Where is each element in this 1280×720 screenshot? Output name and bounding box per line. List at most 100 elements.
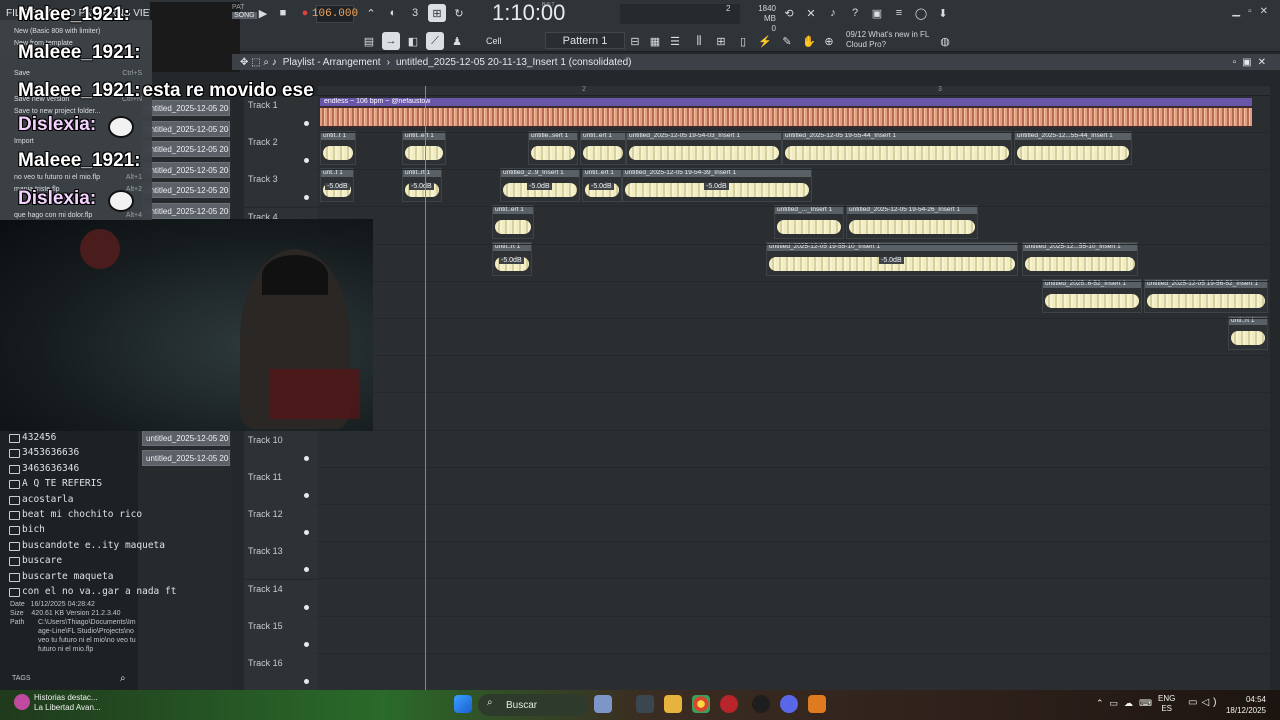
pattern-selector[interactable]: Pattern 1: [545, 32, 625, 49]
browser-item[interactable]: con el no va..gar a nada ft: [8, 586, 176, 597]
opera-icon[interactable]: [720, 695, 738, 713]
piano-icon[interactable]: ▤: [360, 32, 378, 50]
track-row[interactable]: [318, 580, 1270, 617]
download-icon[interactable]: ⬇: [934, 4, 952, 22]
metronome-icon[interactable]: ⌃: [362, 4, 380, 22]
language-indicator[interactable]: ENG ES: [1158, 694, 1175, 714]
fl-studio-taskbar-icon[interactable]: [808, 695, 826, 713]
file-menu-item[interactable]: Save Ctrl+S: [14, 70, 152, 77]
track-label[interactable]: Track 13: [244, 542, 318, 580]
stamp-icon[interactable]: ♟: [448, 32, 466, 50]
track-row[interactable]: [318, 468, 1270, 505]
track-enable-dot[interactable]: [304, 493, 309, 498]
globe-icon[interactable]: ◍: [936, 32, 954, 50]
play-icon[interactable]: ▶: [254, 4, 272, 22]
microphone-icon[interactable]: ♪: [824, 4, 842, 22]
browser-item[interactable]: A Q TE REFERIS: [8, 478, 102, 490]
track-label[interactable]: Track 10: [244, 430, 318, 468]
track-row[interactable]: [318, 133, 1270, 171]
discord-icon[interactable]: [780, 695, 798, 713]
browser-item[interactable]: bich: [9, 524, 45, 536]
track-label[interactable]: Track 15: [244, 616, 318, 654]
tempo-display[interactable]: 106.000: [312, 5, 358, 23]
pattern-item[interactable]: untitled_2025-12-05 20-: [142, 182, 230, 199]
channel-rack-icon[interactable]: ⊟: [626, 32, 644, 50]
file-menu-item[interactable]: Import: [14, 138, 152, 145]
pattern-item[interactable]: untitled_2025-12-05 20-: [142, 203, 230, 219]
track-row[interactable]: [318, 319, 1270, 357]
song-mode-label[interactable]: SONG: [232, 12, 257, 19]
browser-item[interactable]: 3453636636: [8, 447, 79, 459]
track-label[interactable]: Track 3: [244, 170, 318, 208]
undo-icon[interactable]: ⟲: [780, 4, 798, 22]
track-row[interactable]: [318, 170, 1270, 208]
timeline-ruler[interactable]: 2 3: [318, 86, 1270, 96]
track-label[interactable]: Track 2: [244, 133, 318, 171]
news-widget[interactable]: Historias destac... La Libertad Avan...: [34, 693, 101, 713]
blend-notes-icon[interactable]: ⊞: [428, 4, 446, 22]
track-enable-dot[interactable]: [304, 455, 309, 461]
playhead[interactable]: [425, 86, 426, 690]
track-enable-dot[interactable]: [304, 679, 309, 684]
shop-icon[interactable]: ⊕: [820, 32, 838, 50]
file-explorer-icon[interactable]: [664, 695, 682, 713]
browser-icon[interactable]: ⊞: [712, 32, 730, 50]
tools-icon[interactable]: ✕: [802, 4, 820, 22]
browser-item[interactable]: beat mi chochito rico: [8, 509, 142, 520]
browser-item[interactable]: buscandote e..ity maqueta: [9, 540, 165, 551]
track-label[interactable]: Track 12: [244, 505, 318, 543]
start-icon[interactable]: [454, 695, 472, 713]
track-row[interactable]: [318, 282, 1270, 319]
chat-icon[interactable]: ◯: [912, 4, 930, 22]
file-menu-item[interactable]: New (Basic 808 with limiter): [14, 28, 152, 35]
pattern-item[interactable]: untitled_2025-12-05 20-: [142, 429, 230, 446]
browser-item[interactable]: 3463636346: [8, 463, 79, 474]
tray-icons[interactable]: ⌃▭☁⌨: [1096, 698, 1158, 709]
piano-roll-icon[interactable]: ▦: [646, 32, 664, 50]
stop-icon[interactable]: ■: [274, 4, 292, 22]
plugin-icon[interactable]: ▯: [734, 32, 752, 50]
track-row[interactable]: [318, 431, 1270, 468]
browser-item[interactable]: acostarla: [8, 494, 73, 505]
window-controls[interactable]: ▁▫✕: [1232, 6, 1276, 17]
track-row[interactable]: [318, 96, 1270, 133]
countdown-icon[interactable]: 3: [406, 4, 424, 22]
playlist-icon[interactable]: ☰: [666, 32, 684, 50]
help-icon[interactable]: ?: [846, 4, 864, 22]
obs-icon[interactable]: [752, 695, 770, 713]
track-label[interactable]: Track 11: [244, 468, 318, 505]
news-panel[interactable]: 09/12 What's new in FL Cloud Pro?: [846, 30, 936, 50]
taskbar-search[interactable]: Buscar: [478, 694, 588, 716]
mixer-icon[interactable]: ≡: [890, 4, 908, 22]
track-row[interactable]: [318, 394, 1270, 431]
file-menu-item[interactable]: que hago con mi dolor.flp Alt+4: [14, 212, 152, 219]
news-widget-icon[interactable]: [14, 694, 30, 710]
track-enable-dot[interactable]: [304, 604, 309, 610]
pat-mode-label[interactable]: PAT: [232, 4, 245, 11]
pen-icon[interactable]: ✎: [778, 32, 796, 50]
track-row[interactable]: [318, 208, 1270, 245]
pattern-item[interactable]: untitled_2025-12-05 20-: [142, 120, 230, 137]
network-volume-icon[interactable]: ▭◁): [1188, 697, 1220, 708]
pattern-mode-icon[interactable]: ◧: [404, 32, 422, 50]
track-row[interactable]: [318, 617, 1270, 654]
track-row[interactable]: [318, 505, 1270, 543]
browser-item[interactable]: 432456: [8, 432, 56, 443]
loop-record-icon[interactable]: ↻: [450, 4, 468, 22]
tags-label[interactable]: TAGS: [12, 675, 31, 682]
track-enable-dot[interactable]: [304, 641, 309, 647]
browser-item[interactable]: buscarte maqueta: [9, 571, 114, 582]
playlist-window-controls[interactable]: ▫▣✕: [1233, 57, 1272, 68]
snap-selector[interactable]: Cell: [470, 32, 534, 49]
file-menu-item[interactable]: no veo tu futuro ni el mio.flp Alt+1: [14, 174, 152, 181]
task-view-icon[interactable]: [636, 695, 654, 713]
pattern-item[interactable]: untitled_2025-12-05 20-: [142, 450, 230, 467]
track-row[interactable]: [318, 654, 1270, 691]
track-label[interactable]: Track 16: [244, 654, 318, 691]
mixer-sliders-icon[interactable]: ⫼: [690, 32, 708, 50]
wait-input-icon[interactable]: ◐: [384, 4, 402, 22]
track-row[interactable]: [318, 245, 1270, 282]
browser-item[interactable]: buscare: [8, 555, 62, 567]
save-icon[interactable]: ▣: [868, 4, 886, 22]
taskbar-clock[interactable]: 04:54 18/12/2025: [1226, 694, 1266, 716]
